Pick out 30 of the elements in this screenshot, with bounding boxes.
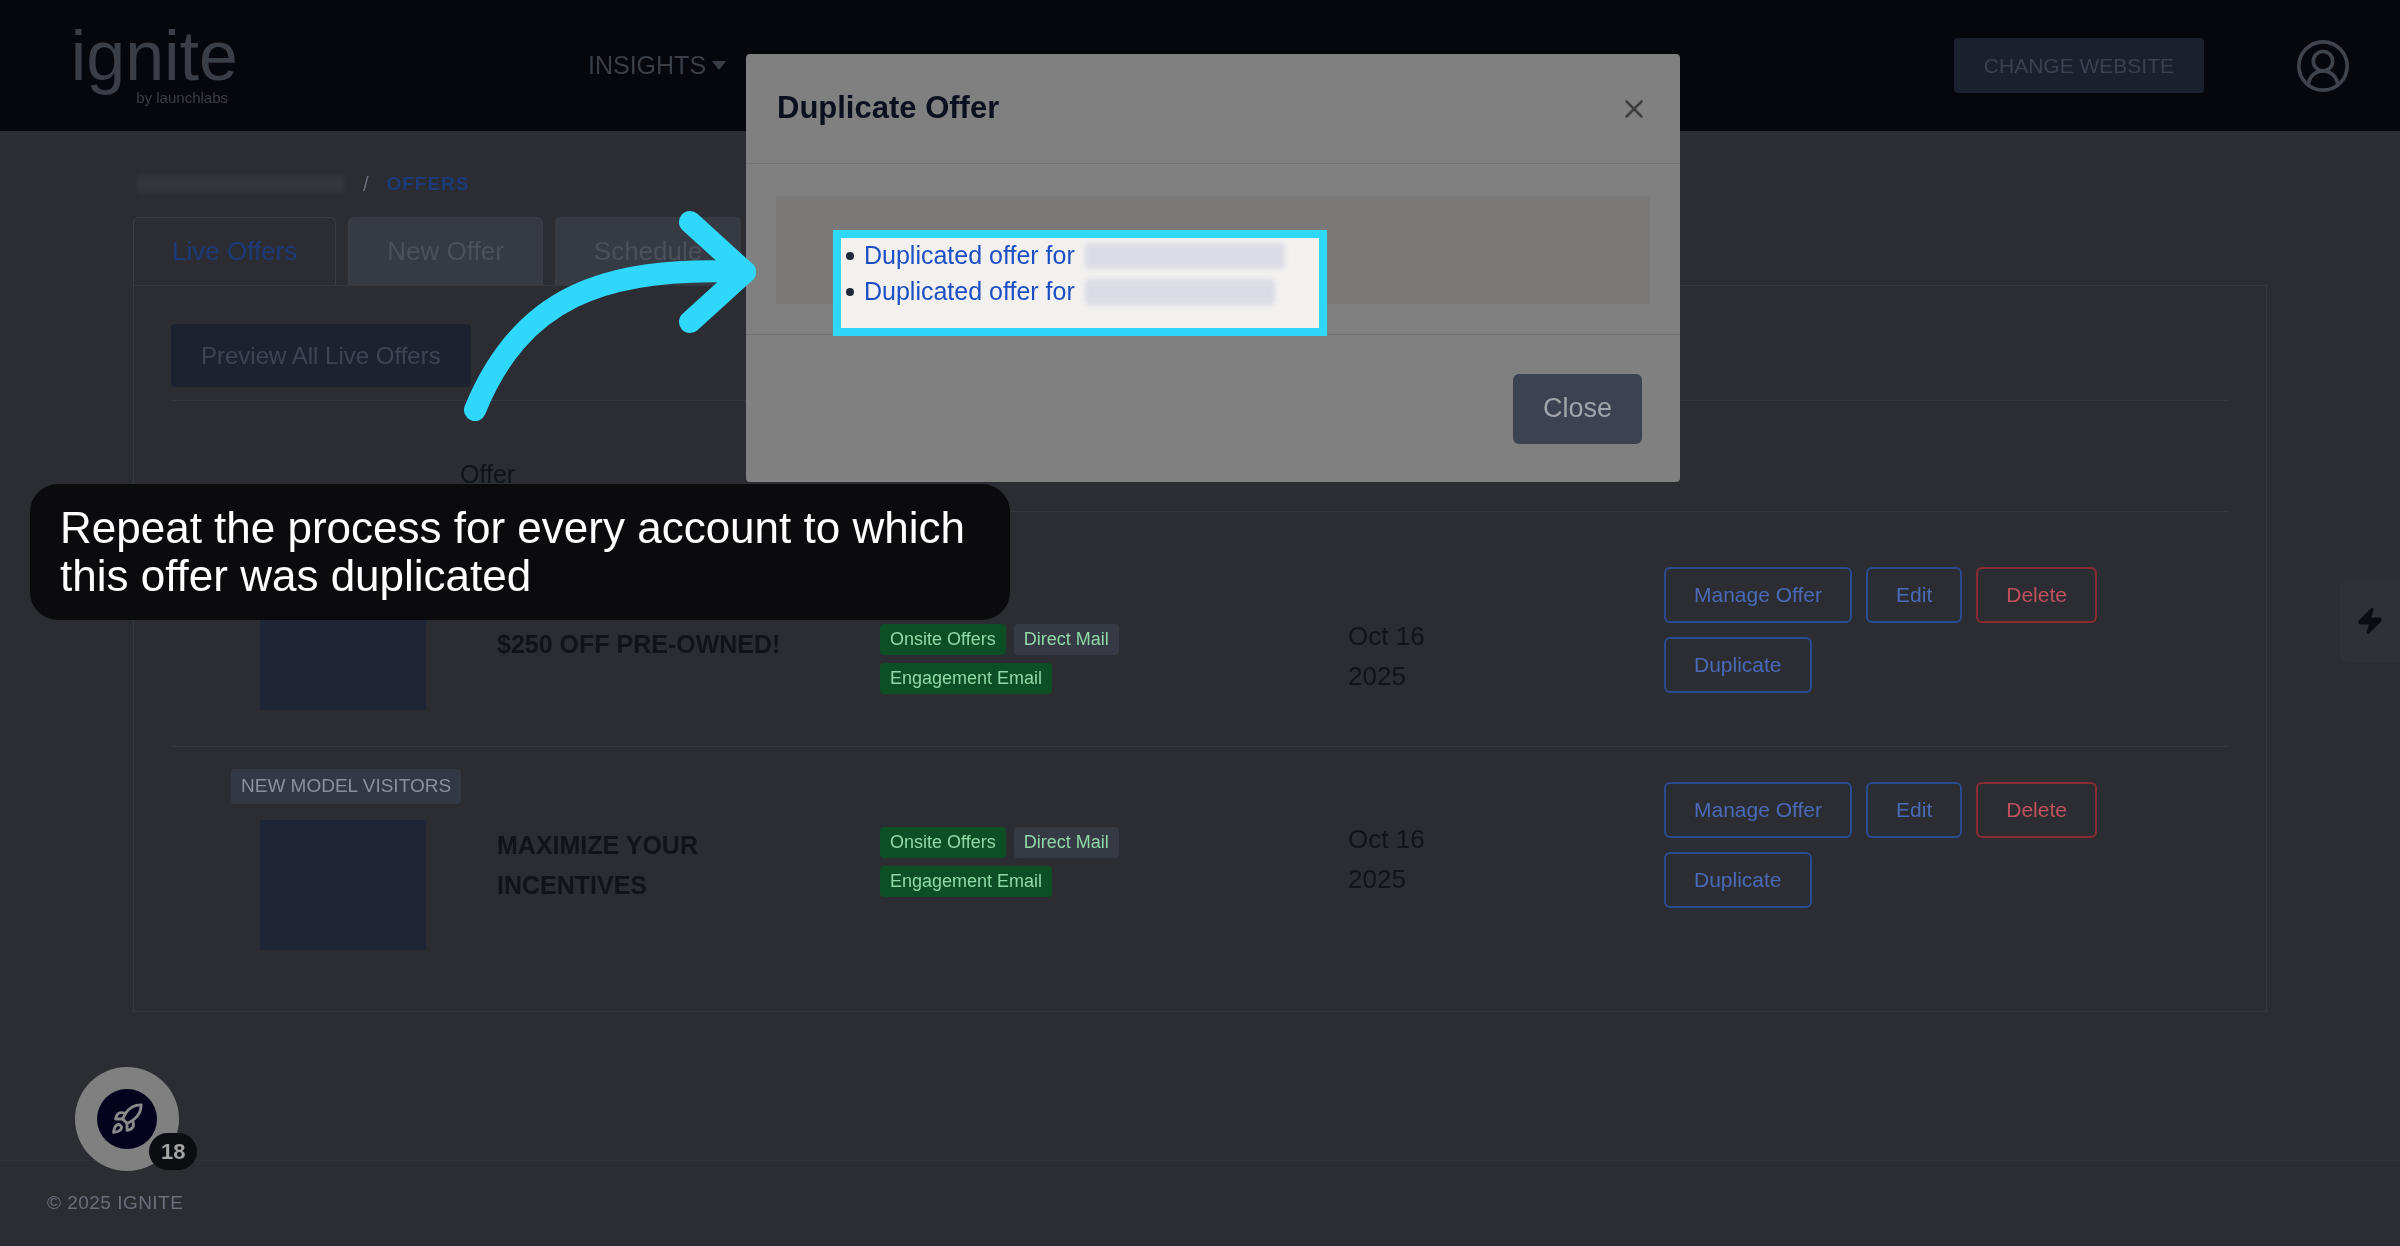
side-tab[interactable] — [2340, 580, 2400, 662]
channel-tag: Direct Mail — [1013, 624, 1119, 655]
channel-tag: Onsite Offers — [880, 827, 1006, 858]
callout-text: Repeat the process for every account to which this offer was duplicated — [60, 504, 966, 600]
delete-button[interactable]: Delete — [1976, 567, 2097, 623]
count-badge: 18 — [149, 1133, 198, 1170]
bullet-icon — [846, 288, 854, 296]
bullet-icon — [846, 252, 854, 260]
modal-title: Duplicate Offer — [777, 89, 1000, 128]
lightning-icon — [2356, 607, 2384, 635]
channel-tag: Engagement Email — [880, 866, 1053, 897]
channel-tag: Onsite Offers — [880, 624, 1006, 655]
caret-icon — [712, 61, 727, 70]
action-button[interactable]: Edit — [1866, 782, 1963, 838]
action-button[interactable]: Duplicate — [1664, 637, 1812, 693]
breadcrumb-separator: / — [363, 172, 369, 197]
action-button[interactable]: Edit — [1866, 567, 1963, 623]
action-button[interactable]: Manage Offer — [1664, 567, 1853, 623]
nav-dropdown[interactable]: INSIGHTS — [588, 46, 727, 85]
duplicate-link[interactable]: Duplicated offer for — [864, 237, 1075, 275]
channel-tag: Engagement Email — [880, 663, 1053, 694]
action-button[interactable]: Duplicate — [1664, 852, 1812, 908]
channel-tag: Direct Mail — [1013, 827, 1119, 858]
action-button[interactable]: Manage Offer — [1664, 782, 1853, 838]
copyright-text: © 2025 IGNITE — [47, 1191, 184, 1216]
duplicate-link[interactable]: Duplicated offer for — [864, 273, 1075, 311]
audience-badge: NEW MODEL VISITORS — [231, 769, 462, 804]
rocket-icon — [110, 1102, 144, 1136]
close-button[interactable]: Close — [1512, 373, 1642, 444]
delete-button[interactable]: Delete — [1976, 782, 2097, 838]
